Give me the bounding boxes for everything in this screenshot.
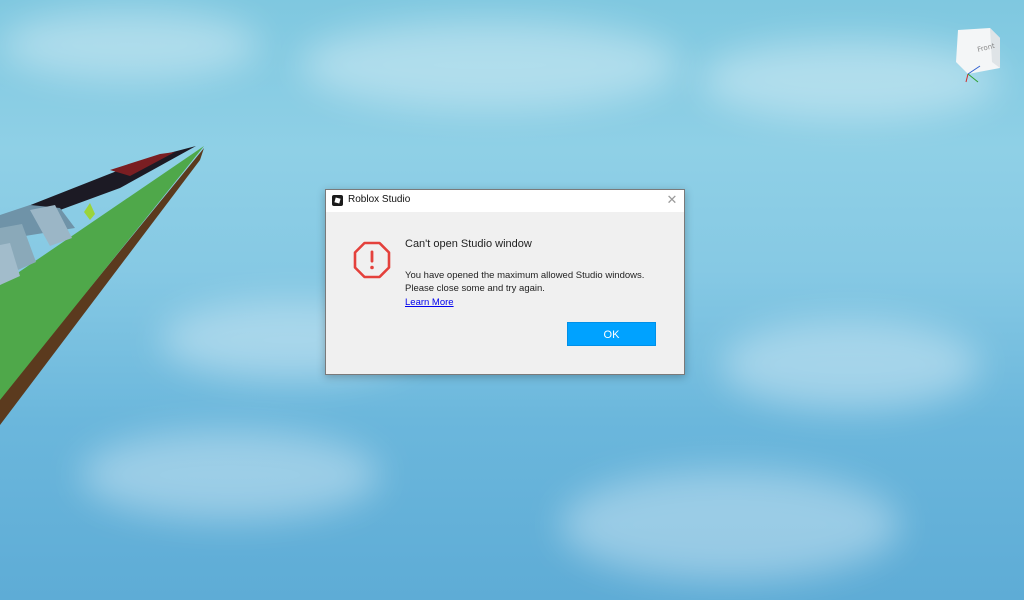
roblox-logo-icon [332,195,343,206]
error-dialog: Roblox Studio ✕ Can't open Studio window… [325,189,685,375]
dialog-titlebar[interactable]: Roblox Studio ✕ [326,190,684,212]
learn-more-link[interactable]: Learn More [405,296,454,309]
close-icon[interactable]: ✕ [664,192,680,208]
ok-button[interactable]: OK [567,322,656,346]
dialog-title: Roblox Studio [348,194,411,205]
view-cube[interactable]: Front [948,22,1008,86]
lime-object [84,203,95,220]
stop-alert-icon [353,241,391,279]
dialog-message: You have opened the maximum allowed Stud… [405,270,645,294]
dialog-body: Can't open Studio window You have opened… [326,212,684,374]
dialog-heading: Can't open Studio window [405,238,532,250]
